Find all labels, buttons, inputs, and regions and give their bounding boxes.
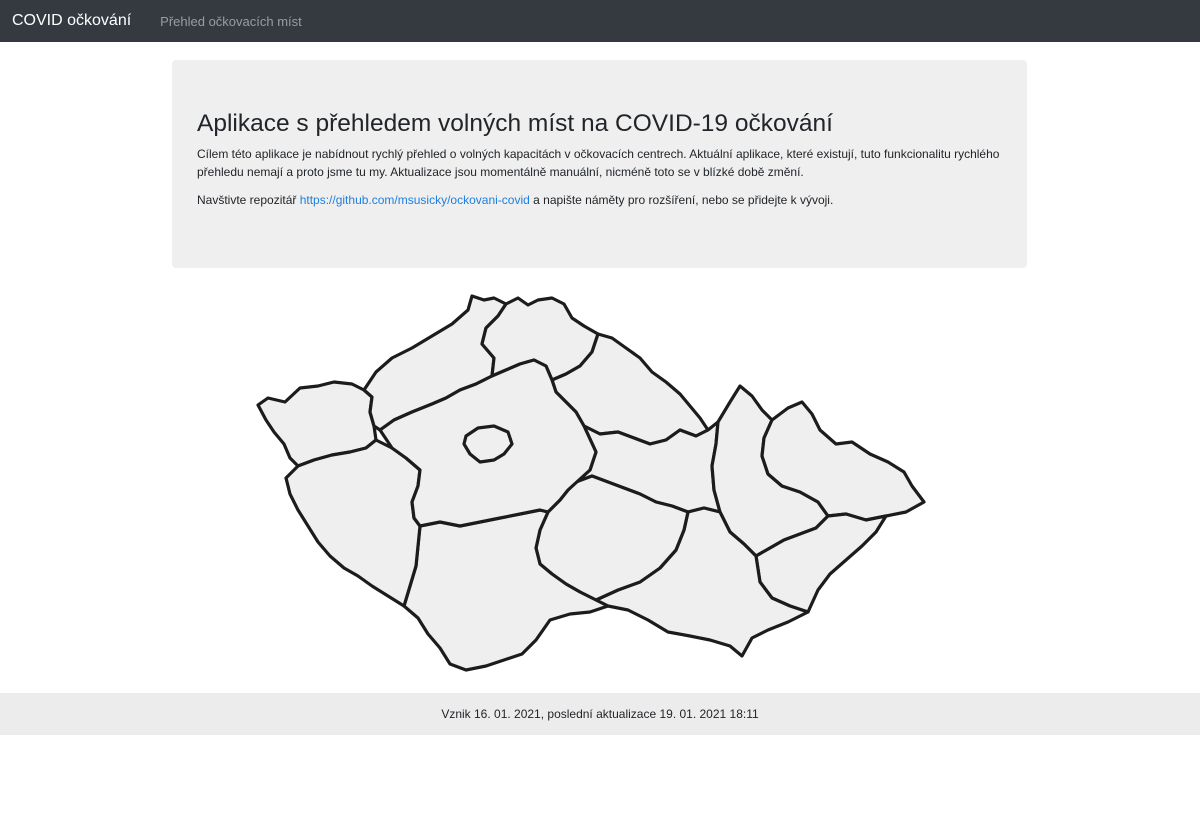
region-plzensky[interactable] [284, 438, 422, 608]
page-title: Aplikace s přehledem volných míst na COV… [197, 110, 833, 137]
footer-text: Vznik 16. 01. 2021, poslední aktualizace… [441, 707, 759, 721]
repo-text-before: Navštivte repozitář [197, 193, 300, 207]
repo-text-after: a napište náměty pro rozšíření, nebo se … [529, 193, 834, 207]
intro-paragraph: Cílem této aplikace je nabídnout rychlý … [197, 147, 1000, 179]
nav-link-overview[interactable]: Přehled očkovacích míst [160, 14, 302, 29]
repo-link[interactable]: https://github.com/msusicky/ockovani-cov… [300, 193, 530, 207]
navbar: COVID očkování Přehled očkovacích míst [0, 0, 1200, 42]
repo-paragraph: Navštivte repozitář https://github.com/m… [197, 191, 1002, 209]
footer: Vznik 16. 01. 2021, poslední aktualizace… [0, 693, 1200, 735]
intro-panel: Aplikace s přehledem volných míst na COV… [172, 60, 1027, 268]
navbar-brand[interactable]: COVID očkování [12, 12, 131, 30]
czech-regions-map [250, 285, 940, 680]
